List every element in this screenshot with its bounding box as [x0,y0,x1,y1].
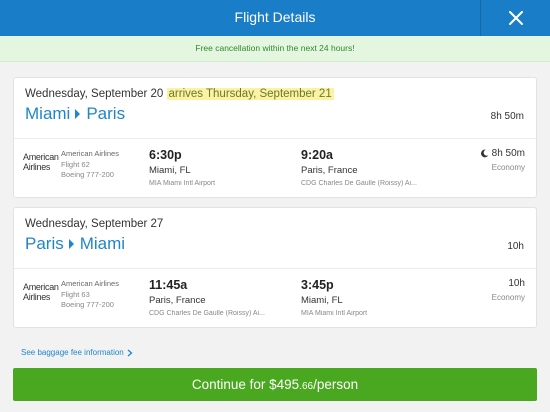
aircraft-type: Boeing 777-200 [61,170,114,179]
segment-duration: 10h [508,278,525,289]
moon-icon [480,149,488,158]
arrives-note: arrives Thursday, September 21 [166,88,334,100]
airline-info: American Airlines Flight 63 Boeing 777-2… [61,279,119,311]
page-title: Flight Details [234,9,316,25]
continue-price-suffix: /person [313,377,359,392]
flight-number: Flight 62 [61,159,90,169]
airline-info: American Airlines Flight 62 Boeing 777-2… [61,149,119,181]
cabin-class: Economy [491,163,525,172]
route-destination: Miami [79,234,126,253]
departure-city: Miami, FL [149,165,191,176]
airline-logo-line1: American [23,282,59,292]
route-arrow-icon [75,109,81,119]
continue-price-cents: .66 [299,381,314,392]
arrival-airport: CDG Charles De Gaulle (Roissy) Ai... [301,180,417,187]
arrival-airport: MIA Miami Intl Airport [301,310,368,317]
trip-route: Miami Paris [25,104,125,124]
departure-time: 6:30p [149,148,182,162]
route-origin: Paris [25,234,64,253]
route-origin: Miami [25,104,71,123]
cabin-class: Economy [491,293,525,302]
continue-price: Continue for $495 [191,377,300,392]
arrival-info: 3:45p Miami, FL MIA Miami Intl Airport [301,278,451,317]
arrival-info: 9:20a Paris, France CDG Charles De Gaull… [301,148,451,187]
trip-date-line: Wednesday, September 27 [25,218,163,230]
card-divider [14,138,536,139]
airline-logo-line2: Airlines [23,162,51,172]
aircraft-type: Boeing 777-200 [61,300,114,309]
flight-number: Flight 63 [61,289,90,299]
header-bar: Flight Details [0,0,550,36]
trip-card-outbound: Wednesday, September 20 arrives Thursday… [13,77,537,198]
trip-date: Wednesday, September 27 [25,218,164,230]
departure-time: 11:45a [149,278,188,292]
segment-duration: 8h 50m [491,148,525,159]
cancellation-banner: Free cancellation within the next 24 hou… [0,36,550,62]
airline-name: American Airlines [61,279,119,288]
trip-date-line: Wednesday, September 20 arrives Thursday… [25,88,334,100]
route-destination: Paris [86,104,126,123]
airline-name: American Airlines [61,149,119,158]
close-icon [508,11,523,25]
departure-info: 6:30p Miami, FL MIA Miami Intl Airport [149,148,294,187]
trip-date: Wednesday, September 20 [25,88,164,100]
close-button[interactable] [481,0,550,36]
airline-logo-line2: Airlines [23,292,51,302]
airline-logo: American Airlines [23,282,59,302]
trip-card-return: Wednesday, September 27 Paris Miami 10h … [13,207,537,328]
arrival-time: 3:45p [301,278,334,292]
arrival-city: Paris, France [301,165,358,176]
chevron-right-icon [127,349,133,356]
departure-airport: CDG Charles De Gaulle (Roissy) Ai... [149,310,265,317]
segment-duration-row: 8h 50m [480,148,525,159]
departure-city: Paris, France [149,295,206,306]
segment-summary: 10h Economy [492,278,525,302]
trip-total-duration: 8h 50m [490,111,524,122]
departure-airport: MIA Miami Intl Airport [149,180,216,187]
arrival-city: Miami, FL [301,295,343,306]
baggage-fee-link[interactable]: See baggage fee information [21,348,133,357]
airline-logo-line1: American [23,152,59,162]
segment-summary: 8h 50m Economy [480,148,525,172]
segment-duration-row: 10h [492,278,525,289]
baggage-fee-label: See baggage fee information [21,348,124,357]
airline-logo: American Airlines [23,152,59,172]
route-arrow-icon [68,239,74,249]
card-divider [14,268,536,269]
arrival-time: 9:20a [301,148,333,162]
trip-route: Paris Miami [25,234,125,254]
continue-button[interactable]: Continue for $495.66/person [13,368,537,401]
trip-total-duration: 10h [507,241,524,252]
departure-info: 11:45a Paris, France CDG Charles De Gaul… [149,278,294,317]
